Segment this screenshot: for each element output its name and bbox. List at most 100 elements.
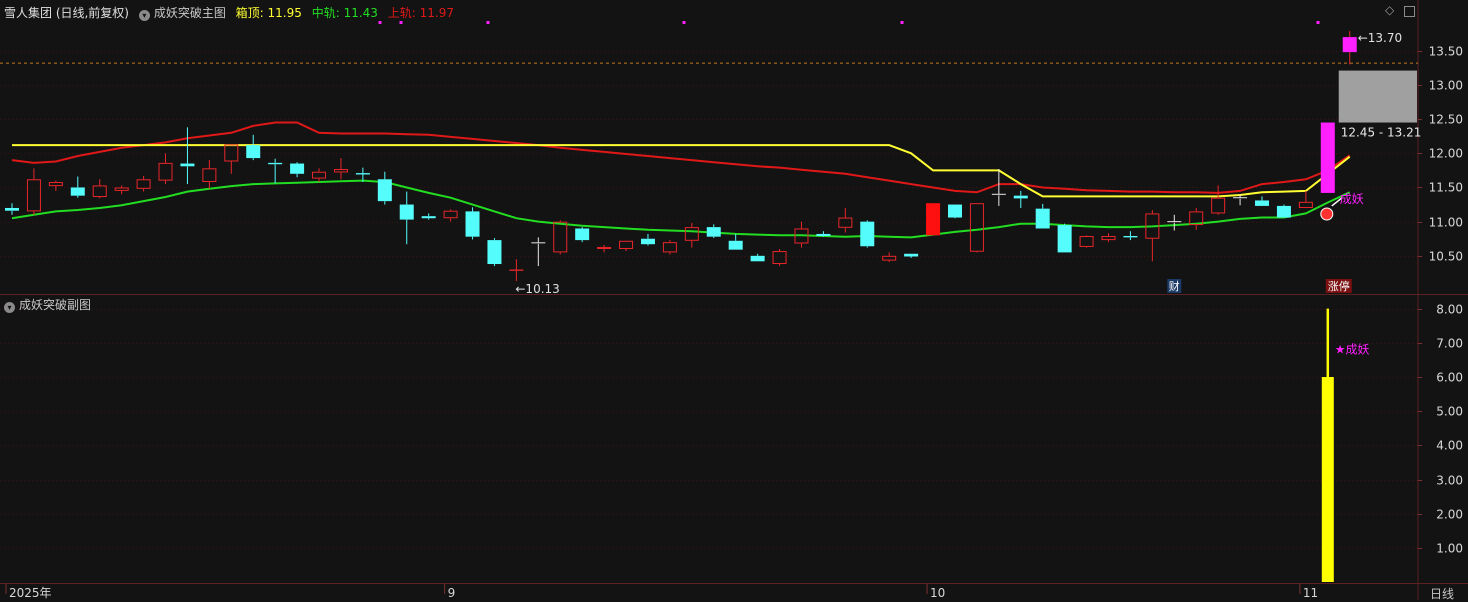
- candle: [970, 203, 983, 252]
- candle: [1124, 231, 1137, 240]
- y-tick-label: 11.00: [1429, 216, 1463, 230]
- main-grid: [0, 21, 1418, 257]
- stock-title[interactable]: 雪人集团 (日线,前复权): [4, 6, 129, 20]
- mid-band-value: 中轨: 11.43: [312, 6, 378, 20]
- candle: [181, 127, 194, 184]
- candle: [71, 177, 84, 198]
- candle-body: [707, 228, 720, 237]
- candle-body: [444, 211, 457, 218]
- candle: [1080, 235, 1093, 247]
- candle-body: [225, 145, 238, 161]
- candle: [203, 160, 216, 189]
- x-tick-label: 10: [930, 586, 945, 600]
- candle: [466, 207, 479, 239]
- upper-band-value: 上轨: 11.97: [388, 6, 454, 20]
- candle: [576, 227, 589, 242]
- candle-body: [1058, 226, 1071, 252]
- box-top-value: 箱顶: 11.95: [236, 6, 302, 20]
- candle: [1036, 204, 1049, 229]
- sub-y-tick-label: 4.00: [1436, 439, 1463, 453]
- candle: [269, 159, 282, 184]
- candle: [641, 234, 654, 246]
- x-tick-label: 11: [1303, 586, 1318, 600]
- signal-dot: [1317, 21, 1320, 24]
- candle-body: [1014, 196, 1027, 198]
- candle: [1343, 31, 1356, 64]
- y-tick-label: 11.50: [1429, 181, 1463, 195]
- candle: [378, 172, 391, 205]
- candle-body: [181, 164, 194, 166]
- candle-body: [620, 241, 633, 248]
- candle: [1190, 208, 1203, 230]
- indicator-menu-icon[interactable]: ▾: [139, 10, 150, 21]
- candle: [444, 209, 457, 221]
- candle-body: [400, 205, 413, 219]
- main-indicator-name[interactable]: 成妖突破主图: [154, 6, 226, 20]
- main-y-axis: 10.5011.0011.5012.0012.5013.0013.50: [1418, 45, 1463, 264]
- candle-body: [663, 243, 676, 252]
- candle: [1014, 191, 1027, 208]
- gap-box: [1339, 71, 1417, 123]
- gap-range-label: 12.45 - 13.21: [1341, 126, 1422, 140]
- candle-body: [1277, 206, 1290, 217]
- candle: [400, 192, 413, 245]
- candle: [729, 234, 742, 250]
- high-price-label: ←13.70: [1358, 31, 1402, 45]
- candle: [707, 224, 720, 238]
- candle: [334, 158, 347, 179]
- candle: [948, 205, 961, 219]
- candle: [751, 254, 764, 262]
- candle: [554, 220, 567, 254]
- sub-y-tick-label: 2.00: [1436, 508, 1463, 522]
- signal-dot: [901, 21, 904, 24]
- signal-circle-icon: [1321, 208, 1333, 220]
- candle-body: [598, 247, 611, 248]
- y-tick-label: 12.00: [1429, 147, 1463, 161]
- candle-body: [1212, 198, 1225, 213]
- sub-indicator-name[interactable]: 成妖突破副图: [19, 298, 91, 312]
- y-tick-label: 13.00: [1429, 79, 1463, 93]
- signal-dot: [379, 21, 382, 24]
- candle: [817, 231, 830, 236]
- candle: [927, 203, 940, 235]
- candle-body: [751, 256, 764, 260]
- candle: [1058, 224, 1071, 253]
- x-tick-label: 2025年: [9, 586, 52, 600]
- signal-bar: [1322, 377, 1334, 582]
- candle-body: [1036, 209, 1049, 228]
- finance-badge-label: 财: [1169, 279, 1180, 293]
- candle-body: [1080, 237, 1093, 247]
- sub-indicator-menu-icon[interactable]: ▾: [4, 302, 15, 313]
- candle-body: [313, 172, 326, 178]
- restore-window-icon[interactable]: [1404, 6, 1415, 17]
- stock-chart[interactable]: 10.5011.0011.5012.0012.5013.0013.50 ←10.…: [0, 0, 1468, 600]
- candle-body: [1343, 38, 1356, 52]
- candle-body: [576, 229, 589, 240]
- sub-chart[interactable]: 1.002.003.004.005.006.007.008.00★成妖: [0, 303, 1463, 583]
- candle-body: [378, 180, 391, 201]
- candle: [510, 259, 523, 281]
- candle-body: [773, 252, 786, 264]
- series-line-1: [12, 123, 1350, 193]
- candle: [1299, 191, 1312, 208]
- period-label[interactable]: 日线: [1430, 585, 1454, 602]
- x-axis: 2025年91011: [6, 584, 1318, 600]
- candle-body: [334, 170, 347, 172]
- diamond-icon[interactable]: ◇: [1385, 3, 1394, 17]
- candle-body: [554, 222, 567, 252]
- candle-body: [685, 228, 698, 241]
- sub-y-tick-label: 7.00: [1436, 337, 1463, 351]
- candle-body: [861, 222, 874, 246]
- candle: [225, 144, 238, 173]
- candle: [1256, 196, 1269, 206]
- candle: [861, 220, 874, 247]
- candle: [1102, 233, 1115, 242]
- candle: [839, 208, 852, 233]
- candle: [93, 179, 106, 198]
- sub-signal-label: ★成妖: [1335, 343, 1370, 357]
- sub-y-tick-label: 5.00: [1436, 405, 1463, 419]
- candlesticks[interactable]: [6, 31, 1357, 281]
- candle: [773, 249, 786, 266]
- candle-body: [488, 241, 501, 264]
- candle-body: [115, 188, 128, 190]
